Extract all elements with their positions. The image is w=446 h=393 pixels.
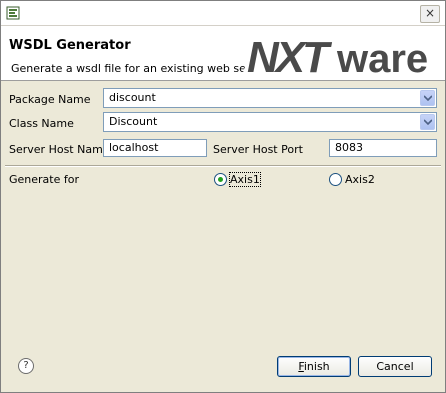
radio-axis2[interactable]: Axis2 — [329, 173, 379, 187]
help-icon[interactable]: ? — [18, 358, 34, 374]
radio-button-checked-icon[interactable] — [214, 173, 227, 186]
close-button[interactable]: × — [420, 5, 440, 23]
wizard-dialog: × WSDL Generator Generate a wsdl file fo… — [0, 0, 446, 393]
radio-axis2-label: Axis2 — [345, 173, 375, 186]
cancel-button[interactable]: Cancel — [358, 356, 432, 377]
class-name-combo[interactable]: Discount — [103, 112, 437, 132]
finish-label: inish — [303, 360, 330, 373]
nxtware-logo: NXT ware — [241, 28, 443, 78]
server-host-port-label: Server Host Port — [213, 143, 303, 156]
class-name-dropdown-button[interactable] — [420, 114, 435, 130]
title-bar: × — [1, 1, 445, 26]
eclipse-icon — [6, 6, 20, 20]
radio-axis1-label: Axis1 — [229, 172, 261, 187]
server-host-name-label: Server Host Name — [9, 143, 110, 156]
separator — [5, 165, 441, 167]
chevron-down-icon — [424, 95, 432, 101]
radio-button-icon[interactable] — [329, 173, 342, 186]
package-name-value: discount — [109, 91, 156, 104]
wizard-header: WSDL Generator Generate a wsdl file for … — [1, 26, 445, 81]
package-name-dropdown-button[interactable] — [420, 90, 435, 106]
chevron-down-icon — [424, 119, 432, 125]
class-name-value: Discount — [109, 115, 158, 128]
wizard-body: Package Name discount Class Name Discoun… — [1, 81, 445, 392]
server-host-port-input[interactable]: 8083 — [329, 139, 437, 157]
package-name-combo[interactable]: discount — [103, 88, 437, 108]
logo-text-ware: ware — [336, 37, 428, 78]
class-name-label: Class Name — [9, 117, 74, 130]
generate-for-label: Generate for — [9, 173, 79, 186]
finish-button[interactable]: Finish — [277, 356, 351, 377]
page-description: Generate a wsdl file for an existing web… — [11, 62, 273, 75]
server-host-name-input[interactable]: localhost — [103, 139, 207, 157]
page-title: WSDL Generator — [9, 38, 131, 53]
radio-axis1[interactable]: Axis1 — [214, 172, 264, 187]
logo-text-nxt: NXT — [247, 33, 332, 78]
package-name-label: Package Name — [9, 93, 91, 106]
close-icon: × — [424, 6, 436, 20]
